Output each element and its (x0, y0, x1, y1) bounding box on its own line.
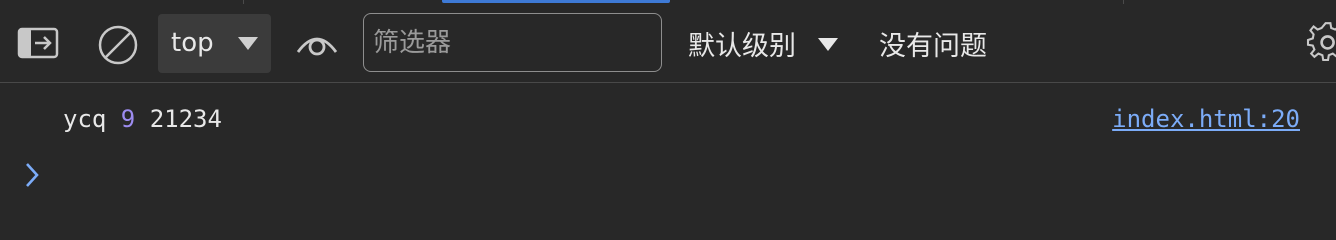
gear-icon[interactable] (1306, 22, 1336, 66)
issues-label: 没有问题 (879, 31, 987, 62)
issues-indicator[interactable]: 没有问题 (879, 24, 987, 63)
message-text-part: ycq (63, 105, 121, 133)
context-selector[interactable]: top (158, 14, 271, 73)
eye-icon[interactable] (294, 28, 340, 62)
filter-input[interactable] (363, 13, 662, 72)
context-label: top (171, 28, 214, 58)
log-levels-dropdown[interactable]: 默认级别 (688, 24, 796, 63)
dropdown-arrow-icon (238, 37, 258, 50)
console-message-row: ycq 9 21234 index.html:20 (0, 83, 1336, 155)
console-toolbar: top 默认级别 没有问题 (0, 4, 1336, 83)
dropdown-arrow-icon[interactable] (817, 37, 839, 53)
console-message-text: ycq 9 21234 (63, 105, 222, 133)
log-levels-label: 默认级别 (688, 31, 796, 62)
active-tab-indicator (442, 0, 670, 3)
console-output: ycq 9 21234 index.html:20 (0, 83, 1336, 238)
message-text-part: 21234 (135, 105, 222, 133)
source-link[interactable]: index.html:20 (1112, 105, 1300, 133)
message-number: 9 (120, 105, 136, 133)
clear-console-icon[interactable] (96, 23, 140, 67)
sidebar-toggle-icon[interactable] (16, 25, 60, 61)
console-prompt[interactable] (22, 161, 42, 193)
chevron-right-icon (26, 163, 39, 187)
